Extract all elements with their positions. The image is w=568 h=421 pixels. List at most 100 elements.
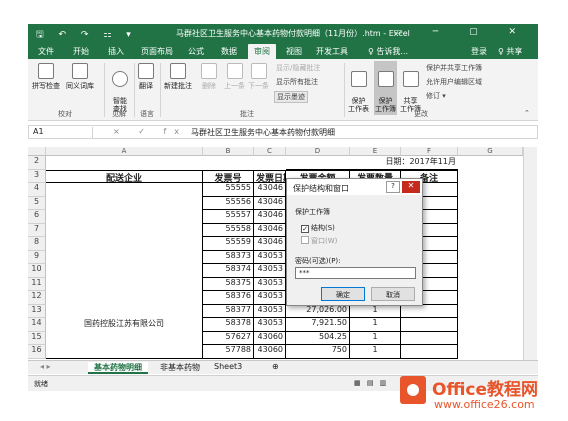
row-header[interactable]: 13 <box>28 304 46 318</box>
close-icon[interactable]: ✕ <box>402 181 420 193</box>
smart-lookup-button[interactable]: 智能 查找 <box>108 63 132 113</box>
tab-view[interactable]: 视图 <box>286 46 302 57</box>
row-header[interactable]: 4 <box>28 183 46 197</box>
header-cell[interactable]: 发票号 <box>203 169 254 183</box>
invoice-date-cell[interactable]: 43053 <box>254 250 286 264</box>
view-mode-icons[interactable]: ▦ ▤ ▥ <box>354 379 388 387</box>
invoice-number-cell[interactable]: 57788 <box>203 345 254 359</box>
track-changes-button[interactable]: 修订 ▾ <box>426 91 446 101</box>
quantity-cell[interactable]: 1 <box>350 331 401 345</box>
thesaurus-button[interactable]: 同义词库 <box>66 63 94 91</box>
company-cell[interactable]: 国药控股江苏有限公司 <box>46 183 203 359</box>
remark-cell[interactable] <box>401 331 458 345</box>
windows-checkbox[interactable]: 窗口(W) <box>301 236 337 246</box>
allow-edit-ranges-button[interactable]: 允许用户编辑区域 <box>426 77 482 87</box>
remark-cell[interactable] <box>401 345 458 359</box>
remark-cell[interactable] <box>401 318 458 332</box>
quantity-cell[interactable]: 1 <box>350 304 401 318</box>
invoice-number-cell[interactable]: 55559 <box>203 237 254 251</box>
password-input[interactable]: *** <box>295 267 416 279</box>
invoice-date-cell[interactable]: 43046 <box>254 237 286 251</box>
show-hide-comment-button[interactable]: 显示/隐藏批注 <box>276 63 320 73</box>
column-header[interactable]: E <box>350 147 401 156</box>
cancel-button[interactable]: 取消 <box>371 287 415 301</box>
amount-cell[interactable]: 27,026.00 <box>286 304 350 318</box>
share-workbook-button[interactable]: 共享 工作簿 <box>400 63 421 113</box>
tab-developer[interactable]: 开发工具 <box>316 46 348 57</box>
worksheet-grid[interactable]: A B C D E F G 2 3 4 5 6 7 8 9 10 11 12 13 14 15 16 日期：2017年11月… <box>28 147 523 360</box>
row-header[interactable]: 12 <box>28 291 46 305</box>
invoice-number-cell[interactable]: 55558 <box>203 223 254 237</box>
column-header[interactable]: D <box>286 147 350 156</box>
invoice-number-cell[interactable]: 58377 <box>203 304 254 318</box>
row-header[interactable]: 11 <box>28 277 46 291</box>
select-all-corner[interactable] <box>28 147 46 156</box>
delete-comment-button[interactable]: 删除 <box>201 63 217 91</box>
protect-share-workbook-button[interactable]: 保护并共享工作簿 <box>426 63 482 73</box>
invoice-number-cell[interactable]: 58374 <box>203 264 254 278</box>
invoice-date-cell[interactable]: 43046 <box>254 223 286 237</box>
sheet-nav-icon[interactable]: ◂ ▸ <box>34 362 57 374</box>
formula-buttons[interactable]: × ✓ fx <box>113 127 187 136</box>
row-header[interactable]: 16 <box>28 345 46 359</box>
name-box[interactable]: A1 <box>33 127 93 138</box>
amount-cell[interactable]: 504.25 <box>286 331 350 345</box>
row-header[interactable]: 15 <box>28 331 46 345</box>
sheet-tab-non-basic-drugs[interactable]: 非基本药物 <box>154 362 206 374</box>
protect-workbook-button[interactable]: 保护 工作簿 <box>374 61 397 115</box>
invoice-date-cell[interactable]: 43053 <box>254 304 286 318</box>
show-ink-button[interactable]: 显示墨迹 <box>274 91 308 103</box>
tab-data[interactable]: 数据 <box>221 46 237 57</box>
quantity-cell[interactable]: 1 <box>350 345 401 359</box>
tab-formulas[interactable]: 公式 <box>188 46 204 57</box>
sheet-tab-basic-drugs[interactable]: 基本药物明细 <box>88 362 148 374</box>
vertical-scrollbar[interactable] <box>523 147 537 360</box>
tab-file[interactable]: 文件 <box>38 46 54 57</box>
formula-input[interactable]: 马群社区卫生服务中心基本药物付款明细 <box>191 127 335 138</box>
invoice-date-cell[interactable]: 43046 <box>254 210 286 224</box>
translate-button[interactable]: 翻译 <box>138 63 154 91</box>
tab-review[interactable]: 审阅 <box>248 44 276 59</box>
row-header[interactable]: 14 <box>28 318 46 332</box>
invoice-number-cell[interactable]: 58376 <box>203 291 254 305</box>
ok-button[interactable]: 确定 <box>321 287 365 301</box>
invoice-number-cell[interactable]: 58378 <box>203 318 254 332</box>
share-button[interactable]: ♀ 共享 <box>498 46 522 57</box>
invoice-number-cell[interactable]: 55556 <box>203 196 254 210</box>
tab-page-layout[interactable]: 页面布局 <box>141 46 173 57</box>
tab-home[interactable]: 开始 <box>73 46 89 57</box>
invoice-date-cell[interactable]: 43046 <box>254 183 286 197</box>
show-all-comments-button[interactable]: 显示所有批注 <box>276 77 318 87</box>
invoice-number-cell[interactable]: 58375 <box>203 277 254 291</box>
header-cell[interactable]: 配送企业 <box>46 169 203 183</box>
spell-check-button[interactable]: 拼写检查 <box>32 63 60 91</box>
invoice-date-cell[interactable]: 43053 <box>254 277 286 291</box>
invoice-number-cell[interactable]: 57627 <box>203 331 254 345</box>
row-header[interactable]: 7 <box>28 223 46 237</box>
invoice-date-cell[interactable]: 43053 <box>254 264 286 278</box>
tab-insert[interactable]: 插入 <box>108 46 124 57</box>
sheet-tab-sheet3[interactable]: Sheet3 <box>208 362 248 374</box>
amount-cell[interactable]: 7,921.50 <box>286 318 350 332</box>
invoice-number-cell[interactable]: 55557 <box>203 210 254 224</box>
row-header[interactable]: 10 <box>28 264 46 278</box>
row-header[interactable]: 5 <box>28 196 46 210</box>
invoice-date-cell[interactable]: 43060 <box>254 345 286 359</box>
help-icon[interactable]: ? <box>386 181 400 193</box>
remark-cell[interactable] <box>401 304 458 318</box>
column-header[interactable]: F <box>401 147 458 156</box>
row-header[interactable]: 9 <box>28 250 46 264</box>
quantity-cell[interactable]: 1 <box>350 318 401 332</box>
previous-comment-button[interactable]: 上一条 <box>224 63 245 91</box>
login-link[interactable]: 登录 <box>471 46 487 57</box>
tell-me-search[interactable]: ♀ 告诉我... <box>368 46 408 57</box>
new-comment-button[interactable]: 新建批注 <box>164 63 192 91</box>
add-sheet-icon[interactable]: ⊕ <box>266 362 285 374</box>
protect-sheet-button[interactable]: 保护 工作表 <box>348 63 369 113</box>
invoice-date-cell[interactable]: 43046 <box>254 196 286 210</box>
date-cell[interactable]: 日期：2017年11月 <box>286 156 458 170</box>
structure-checkbox[interactable]: ✓ 结构(S) <box>301 223 335 233</box>
row-header[interactable]: 2 <box>28 156 46 170</box>
next-comment-button[interactable]: 下一条 <box>248 63 269 91</box>
column-header[interactable]: B <box>203 147 254 156</box>
